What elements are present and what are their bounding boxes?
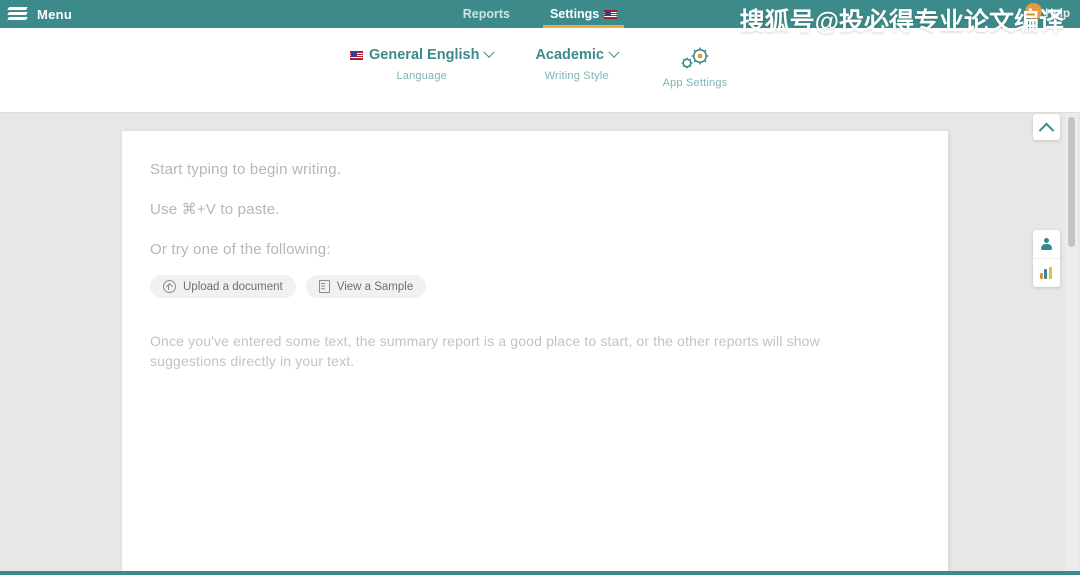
upload-circle-icon — [163, 280, 176, 294]
bar-chart-icon — [1039, 267, 1054, 279]
tab-reports-chart[interactable] — [1033, 258, 1060, 287]
nav-tab-settings[interactable]: Settings — [542, 0, 625, 28]
help-label: Help — [1045, 8, 1070, 20]
chevron-down-icon — [483, 46, 496, 58]
scrollbar-thumb[interactable] — [1068, 117, 1075, 247]
tab-account[interactable] — [1033, 230, 1060, 258]
collapse-panel-button[interactable] — [1033, 114, 1060, 140]
upload-document-button[interactable]: Upload a document — [150, 275, 296, 299]
chevron-down-icon — [608, 46, 620, 58]
placeholder-line-1: Start typing to begin writing. — [150, 161, 342, 178]
us-flag-icon — [604, 9, 618, 19]
us-flag-icon — [350, 50, 364, 60]
language-value: General English — [369, 47, 480, 63]
document-page[interactable]: Start typing to begin writing. Use ⌘+V t… — [122, 131, 948, 573]
app-settings-button[interactable]: App Settings — [660, 46, 730, 89]
nav-tab-reports-label: Reports — [462, 7, 510, 21]
help-badge-icon — [1025, 3, 1042, 20]
editor-action-buttons: Upload a document View a Sample — [150, 275, 920, 299]
placeholder-line-3: Or try one of the following: — [150, 240, 331, 258]
nav-tab-settings-label: Settings — [549, 7, 600, 21]
view-sample-label: View a Sample — [336, 280, 414, 293]
language-value-row: General English — [350, 46, 496, 64]
settings-options-group: General English Language Academic Writin… — [0, 28, 1080, 113]
bottom-accent-bar — [0, 571, 1080, 575]
right-side-tab-stack — [1033, 230, 1060, 287]
app-settings-sublabel: App Settings — [662, 77, 728, 89]
language-sublabel: Language — [396, 70, 447, 82]
view-sample-button[interactable]: View a Sample — [305, 275, 427, 299]
help-link[interactable]: Help — [1045, 0, 1070, 28]
upload-document-label: Upload a document — [183, 280, 283, 293]
vertical-scrollbar[interactable] — [1065, 113, 1078, 573]
writing-style-selector[interactable]: Academic Writing Style — [535, 46, 620, 82]
editor-canvas: Start typing to begin writing. Use ⌘+V t… — [0, 113, 1080, 573]
writing-style-value-row: Academic — [535, 46, 620, 64]
nav-tab-reports[interactable]: Reports — [456, 0, 517, 28]
top-header-bar: Menu Reports Settings Help — [0, 0, 1080, 28]
person-icon — [1040, 237, 1053, 251]
writing-style-value: Academic — [535, 47, 604, 63]
editor-hint-text: Once you've entered some text, the summa… — [150, 333, 820, 370]
document-page-content: Start typing to begin writing. Use ⌘+V t… — [122, 131, 948, 372]
top-navigation: Reports Settings — [0, 0, 1080, 28]
chevron-up-icon — [1038, 122, 1055, 138]
document-icon — [318, 280, 330, 294]
language-selector[interactable]: General English Language — [350, 46, 496, 82]
gears-icon — [677, 46, 713, 74]
placeholder-line-2: Use ⌘+V to paste. — [150, 200, 280, 218]
settings-sub-bar: General English Language Academic Writin… — [0, 28, 1080, 113]
writing-style-sublabel: Writing Style — [544, 70, 609, 82]
